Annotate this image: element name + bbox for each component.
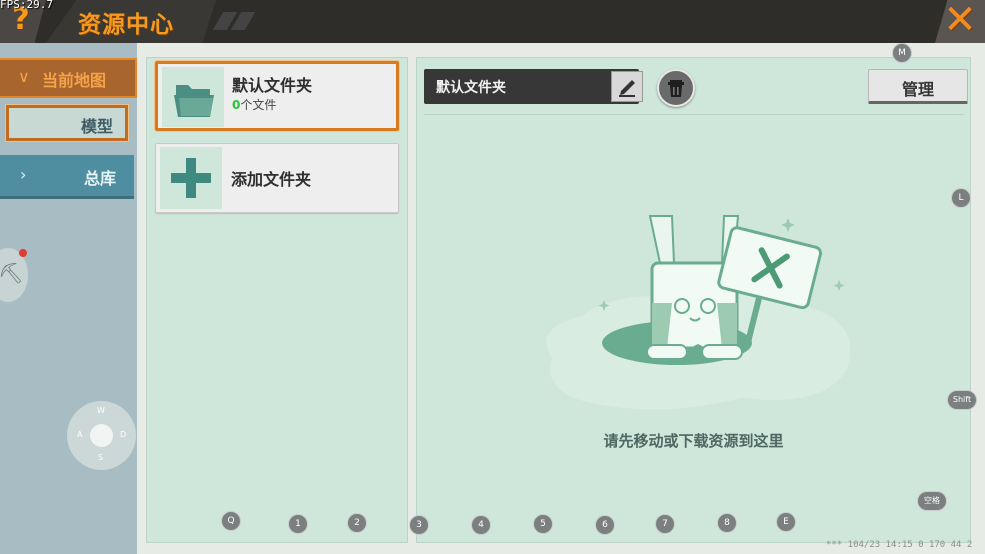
hotkey-e[interactable]: E: [776, 512, 796, 532]
folder-name-field[interactable]: 默认文件夹: [424, 69, 643, 104]
joystick-key-w: W: [97, 406, 105, 415]
page-title: 资源中心: [78, 12, 174, 38]
folder-name-text: 默认文件夹: [436, 80, 506, 96]
chevron-down-icon: ∨: [18, 67, 30, 86]
hotkey-3[interactable]: 3: [409, 515, 429, 535]
close-x-icon[interactable]: ✕: [941, 0, 979, 40]
hotkey-2[interactable]: 2: [347, 513, 367, 533]
folder-detail-panel: 默认文件夹 管理 请先移动或下载资源到这里: [416, 57, 971, 543]
add-folder-button[interactable]: 添加文件夹: [155, 143, 399, 213]
folder-list-panel: 默认文件夹 0个文件 添加文件夹: [146, 57, 408, 543]
chevron-right-icon: ›: [20, 165, 27, 184]
hotkey-5[interactable]: 5: [533, 514, 553, 534]
sidebar-subitem-model[interactable]: 模型: [5, 104, 129, 142]
hotkey-1[interactable]: 1: [288, 514, 308, 534]
hotkey-shift[interactable]: Shift: [947, 390, 977, 410]
hotkey-l[interactable]: L: [951, 188, 971, 208]
map-toggle-icon: ⛏: [0, 261, 24, 285]
delete-folder-button[interactable]: [657, 69, 695, 107]
sidebar-item-label: 模型: [80, 117, 113, 136]
sidebar-item-library[interactable]: › 总库: [0, 155, 134, 199]
folder-card-default[interactable]: 默认文件夹 0个文件: [154, 60, 400, 132]
add-folder-label: 添加文件夹: [231, 170, 312, 189]
hotkey-4[interactable]: 4: [471, 515, 491, 535]
status-readout: *** 104/23 14:15 0 170 44 2: [826, 540, 973, 550]
hotkey-q[interactable]: Q: [221, 511, 241, 531]
hotkey-6[interactable]: 6: [595, 515, 615, 535]
folder-file-count: 0个文件: [232, 96, 276, 113]
file-count-suffix: 个文件: [240, 98, 277, 112]
joystick-key-a: A: [77, 430, 83, 439]
empty-state-hint: 请先移动或下载资源到这里: [603, 432, 784, 450]
pencil-icon: [619, 80, 635, 97]
plus-icon: [171, 158, 211, 198]
hotkey-space[interactable]: 空格: [917, 491, 947, 511]
notification-dot: [19, 249, 27, 257]
empty-state-illustration: [546, 215, 851, 410]
sidebar-item-label: 当前地图: [42, 71, 107, 90]
add-folder-thumbnail: [160, 147, 222, 209]
trash-icon: [668, 80, 684, 97]
sidebar: ∨ 当前地图 模型 › 总库 ⛏ W A S D: [0, 43, 137, 554]
joystick-key-s: S: [98, 453, 104, 462]
hotkey-7[interactable]: 7: [655, 514, 675, 534]
open-folder-icon: [174, 85, 214, 117]
top-bar: ? 资源中心 FPS:29.7 ✕: [0, 0, 985, 43]
fps-counter: FPS:29.7: [0, 0, 53, 11]
joystick-key-d: D: [120, 430, 127, 439]
joystick-knob[interactable]: [90, 424, 113, 447]
hotkey-8[interactable]: 8: [717, 513, 737, 533]
sidebar-item-label: 总库: [83, 169, 116, 188]
folder-thumbnail: [162, 67, 224, 127]
manage-button-label: 管理: [901, 80, 934, 99]
sidebar-item-current-map[interactable]: ∨ 当前地图: [0, 58, 137, 98]
rename-button[interactable]: [611, 71, 643, 102]
header-divider: [424, 114, 964, 115]
hotkey-m[interactable]: M: [892, 43, 912, 63]
manage-button[interactable]: 管理: [868, 69, 968, 104]
virtual-joystick[interactable]: W A S D: [67, 401, 136, 470]
folder-name: 默认文件夹: [232, 76, 313, 95]
